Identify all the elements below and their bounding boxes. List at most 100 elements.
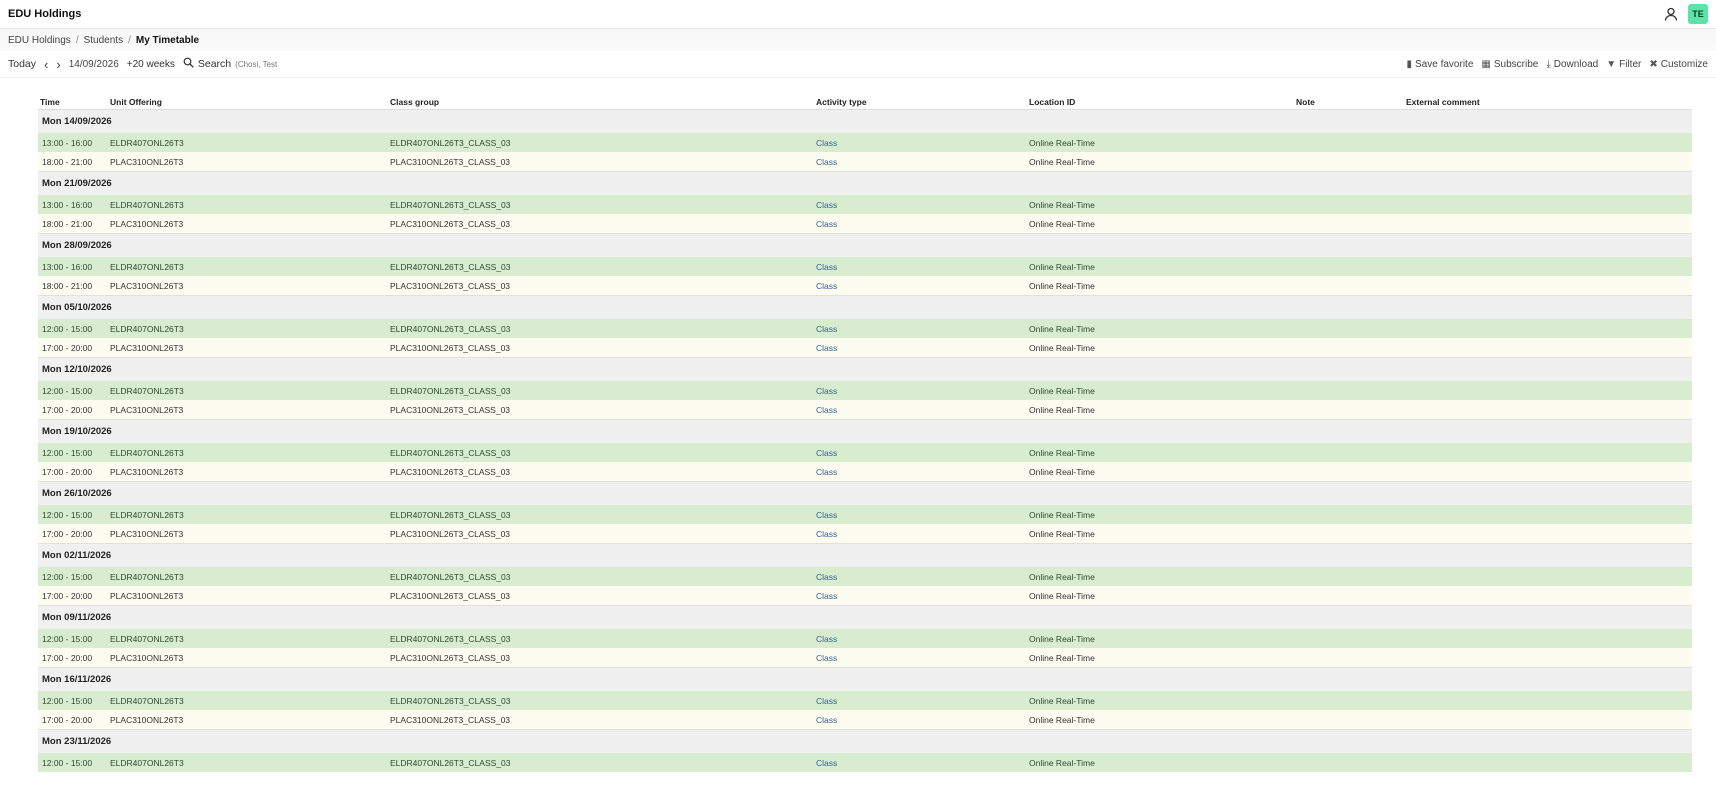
cell-time: 17:00 - 20:00 [38, 338, 108, 358]
table-row[interactable]: 12:00 - 15:00 ELDR407ONL26T3 ELDR407ONL26T… [38, 381, 1692, 400]
cell-unit-offering: PLAC310ONL26T3 [108, 586, 388, 606]
chevron-right-icon[interactable]: › [56, 58, 60, 71]
header-class-group[interactable]: Class group [388, 94, 814, 110]
subscribe-button[interactable]: ▦ Subscribe [1481, 59, 1538, 70]
toolbar-right: ▮ Save favorite ▦ Subscribe ⤓ Download ▼ Fil… [1407, 59, 1709, 70]
save-favorite-button[interactable]: ▮ Save favorite [1407, 59, 1474, 70]
table-row[interactable]: 17:00 - 20:00 PLAC310ONL26T3 PLAC310ONL26T… [38, 338, 1692, 358]
cell-class-group: PLAC310ONL26T3_CLASS_03 [388, 214, 814, 234]
table-row[interactable]: 12:00 - 15:00 ELDR407ONL26T3 ELDR407ONL26T… [38, 505, 1692, 524]
cell-activity-type: Class [814, 400, 1027, 420]
cell-location-id: Online Real-Time [1027, 524, 1294, 544]
table-row[interactable]: 17:00 - 20:00 PLAC310ONL26T3 PLAC310ONL26T… [38, 710, 1692, 730]
cell-unit-offering: PLAC310ONL26T3 [108, 648, 388, 668]
top-bar: EDU Holdings TE [0, 0, 1716, 29]
date-group-label: Mon 28/09/2026 [38, 233, 1692, 257]
cell-note [1294, 214, 1404, 234]
cell-activity-type: Class [814, 462, 1027, 482]
user-icon[interactable] [1664, 7, 1678, 21]
cell-external-comment [1404, 133, 1692, 152]
cell-unit-offering: ELDR407ONL26T3 [108, 505, 388, 524]
table-row[interactable]: 12:00 - 15:00 ELDR407ONL26T3 ELDR407ONL26T… [38, 443, 1692, 462]
header-unit-offering[interactable]: Unit Offering [108, 94, 388, 110]
cell-note [1294, 567, 1404, 586]
cell-location-id: Online Real-Time [1027, 710, 1294, 730]
search-input[interactable] [235, 59, 306, 69]
table-row[interactable]: 18:00 - 21:00 PLAC310ONL26T3 PLAC310ONL26T… [38, 276, 1692, 296]
cell-note [1294, 400, 1404, 420]
table-row[interactable]: 13:00 - 16:00 ELDR407ONL26T3 ELDR407ONL26T… [38, 257, 1692, 276]
cell-unit-offering: PLAC310ONL26T3 [108, 462, 388, 482]
cell-note [1294, 276, 1404, 296]
chevron-left-icon[interactable]: ‹ [44, 58, 48, 71]
cell-unit-offering: ELDR407ONL26T3 [108, 753, 388, 772]
cell-note [1294, 443, 1404, 462]
cell-class-group: ELDR407ONL26T3_CLASS_03 [388, 443, 814, 462]
weeks-range-select[interactable]: +20 weeks [127, 59, 175, 70]
table-row[interactable]: 12:00 - 15:00 ELDR407ONL26T3 ELDR407ONL26T… [38, 567, 1692, 586]
cell-external-comment [1404, 586, 1692, 606]
header-time[interactable]: Time [38, 94, 108, 110]
date-group-row: Mon 23/11/2026 [38, 729, 1692, 753]
date-group-label: Mon 16/11/2026 [38, 667, 1692, 691]
table-row[interactable]: 17:00 - 20:00 PLAC310ONL26T3 PLAC310ONL26T… [38, 524, 1692, 544]
cell-activity-type: Class [814, 338, 1027, 358]
cell-location-id: Online Real-Time [1027, 629, 1294, 648]
table-row[interactable]: 17:00 - 20:00 PLAC310ONL26T3 PLAC310ONL26T… [38, 586, 1692, 606]
cell-external-comment [1404, 691, 1692, 710]
cell-class-group: PLAC310ONL26T3_CLASS_03 [388, 648, 814, 668]
cell-location-id: Online Real-Time [1027, 276, 1294, 296]
table-row[interactable]: 17:00 - 20:00 PLAC310ONL26T3 PLAC310ONL26T… [38, 400, 1692, 420]
header-note[interactable]: Note [1294, 94, 1404, 110]
cell-external-comment [1404, 319, 1692, 338]
table-row[interactable]: 12:00 - 15:00 ELDR407ONL26T3 ELDR407ONL26T… [38, 319, 1692, 338]
cell-time: 12:00 - 15:00 [38, 381, 108, 400]
breadcrumb-item-students[interactable]: Students [84, 35, 123, 46]
header-activity-type[interactable]: Activity type [814, 94, 1027, 110]
date-group-row: Mon 28/09/2026 [38, 233, 1692, 257]
table-row[interactable]: 13:00 - 16:00 ELDR407ONL26T3 ELDR407ONL26T… [38, 195, 1692, 214]
cell-activity-type: Class [814, 691, 1027, 710]
cell-activity-type: Class [814, 152, 1027, 172]
filter-icon: ▼ [1606, 58, 1617, 70]
table-row[interactable]: 18:00 - 21:00 PLAC310ONL26T3 PLAC310ONL26T… [38, 214, 1692, 234]
cell-time: 17:00 - 20:00 [38, 524, 108, 544]
table-row[interactable]: 13:00 - 16:00 ELDR407ONL26T3 ELDR407ONL26T… [38, 133, 1692, 152]
search-icon[interactable] [183, 57, 194, 71]
cell-external-comment [1404, 257, 1692, 276]
breadcrumb-item-edu-holdings[interactable]: EDU Holdings [8, 35, 71, 46]
date-group-row: Mon 26/10/2026 [38, 481, 1692, 505]
table-row[interactable]: 12:00 - 15:00 ELDR407ONL26T3 ELDR407ONL26T… [38, 629, 1692, 648]
filter-button[interactable]: ▼ Filter [1606, 59, 1641, 70]
app-title[interactable]: EDU Holdings [8, 8, 81, 20]
cell-time: 12:00 - 15:00 [38, 567, 108, 586]
cell-note [1294, 152, 1404, 172]
cell-time: 12:00 - 15:00 [38, 753, 108, 772]
cell-note [1294, 381, 1404, 400]
cell-activity-type: Class [814, 648, 1027, 668]
table-row[interactable]: 12:00 - 15:00 ELDR407ONL26T3 ELDR407ONL26T… [38, 691, 1692, 710]
header-location-id[interactable]: Location ID [1027, 94, 1294, 110]
date-group-label: Mon 21/09/2026 [38, 171, 1692, 195]
filter-label: Filter [1619, 58, 1642, 70]
avatar[interactable]: TE [1688, 4, 1708, 24]
table-row[interactable]: 12:00 - 15:00 ELDR407ONL26T3 ELDR407ONL26T… [38, 753, 1692, 772]
table-row[interactable]: 18:00 - 21:00 PLAC310ONL26T3 PLAC310ONL26T… [38, 152, 1692, 172]
today-button[interactable]: Today [8, 58, 36, 70]
cell-activity-type: Class [814, 567, 1027, 586]
customize-button[interactable]: ✖ Customize [1649, 59, 1708, 70]
cell-unit-offering: ELDR407ONL26T3 [108, 381, 388, 400]
table-row[interactable]: 17:00 - 20:00 PLAC310ONL26T3 PLAC310ONL26T… [38, 648, 1692, 668]
date-picker[interactable]: 14/09/2026 [69, 59, 119, 70]
cell-location-id: Online Real-Time [1027, 586, 1294, 606]
cell-external-comment [1404, 753, 1692, 772]
cell-note [1294, 629, 1404, 648]
download-button[interactable]: ⤓ Download [1546, 59, 1598, 70]
cell-class-group: ELDR407ONL26T3_CLASS_03 [388, 133, 814, 152]
cell-location-id: Online Real-Time [1027, 505, 1294, 524]
table-row[interactable]: 17:00 - 20:00 PLAC310ONL26T3 PLAC310ONL26T… [38, 462, 1692, 482]
header-external-comment[interactable]: External comment [1404, 94, 1692, 110]
cell-unit-offering: PLAC310ONL26T3 [108, 524, 388, 544]
cell-time: 13:00 - 16:00 [38, 257, 108, 276]
cell-external-comment [1404, 505, 1692, 524]
